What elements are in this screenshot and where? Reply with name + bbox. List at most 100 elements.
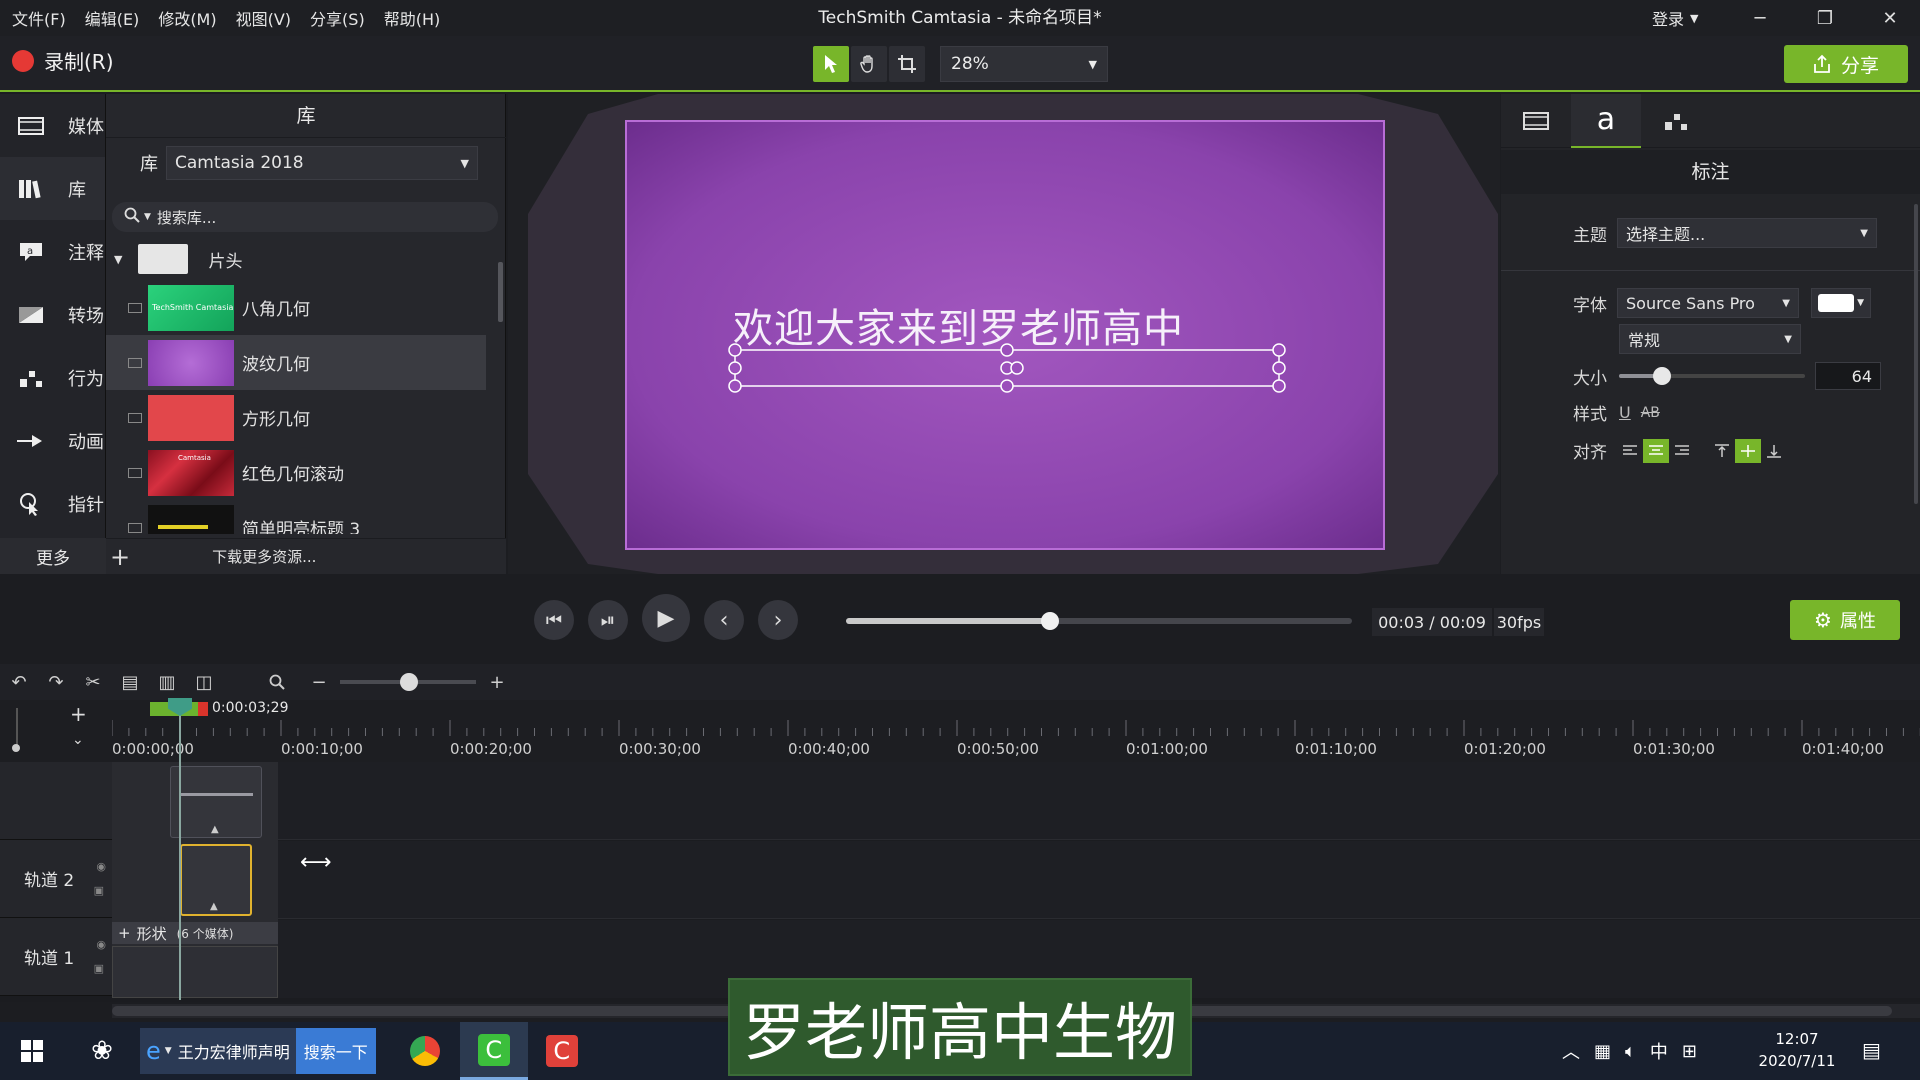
sidebar-item-behaviors[interactable]: 行为 — [0, 346, 105, 409]
tab-behaviors[interactable] — [1641, 94, 1711, 148]
add-track-icon[interactable]: + — [70, 702, 87, 726]
login-dropdown[interactable]: 登录 ▼ — [1652, 0, 1698, 36]
search-button[interactable]: 搜索一下 — [295, 1028, 376, 1074]
volume-icon[interactable]: 🔈︎ — [1625, 1041, 1636, 1062]
menu-share[interactable]: 分享(S) — [310, 6, 365, 30]
group-header[interactable]: + 形状 (6 个媒体) — [112, 922, 278, 944]
sidebar-item-animations[interactable]: 动画 — [0, 409, 105, 472]
pan-tool-button[interactable] — [851, 46, 887, 82]
range-end-marker[interactable] — [198, 702, 208, 716]
library-item[interactable]: 简单明亮标题 3 — [106, 500, 486, 534]
zoom-in-icon[interactable]: + — [482, 667, 512, 697]
library-item[interactable]: TechSmith Camtasia 八角几何 — [106, 280, 486, 335]
search-icon[interactable] — [262, 667, 292, 697]
ime-indicator[interactable]: 中 — [1650, 1038, 1668, 1064]
camtasia-app[interactable]: C — [459, 1022, 528, 1080]
eye-icon[interactable]: ◉ — [96, 938, 106, 951]
play-button[interactable]: ▶ — [642, 594, 690, 642]
library-item[interactable]: Camtasia 红色几何滚动 — [106, 445, 486, 500]
undo-icon[interactable]: ↶ — [4, 667, 34, 697]
timeline-zoom-slider[interactable] — [340, 673, 476, 691]
align-right-icon[interactable] — [1669, 439, 1695, 463]
ie-search-text[interactable]: 王力宏律师声明 — [178, 1039, 290, 1063]
align-left-icon[interactable] — [1617, 439, 1643, 463]
close-button[interactable]: ✕ — [1870, 0, 1910, 36]
add-icon[interactable]: + — [110, 543, 130, 571]
library-item[interactable]: 方形几何 — [106, 390, 486, 445]
menu-modify[interactable]: 修改(M) — [158, 6, 216, 30]
step-forward-button[interactable]: ⏯ — [588, 600, 628, 640]
menu-file[interactable]: 文件(F) — [12, 6, 66, 30]
shape-clip-selected[interactable]: ▲ — [180, 844, 252, 916]
sidebar-item-library[interactable]: 库 — [0, 157, 105, 220]
copy-icon[interactable]: ▤ — [115, 667, 145, 697]
underline-icon[interactable]: U — [1619, 403, 1631, 422]
search-input[interactable]: 搜索库... — [157, 207, 216, 228]
chevron-up-icon[interactable]: ︿ — [1562, 1038, 1580, 1064]
download-more-link[interactable]: 下载更多资源... — [212, 546, 316, 567]
library-item[interactable]: 波纹几何 — [106, 335, 486, 390]
font-select[interactable]: Source Sans Pro ▼ — [1617, 288, 1799, 318]
sidebar-item-cursor[interactable]: 指针 — [0, 472, 105, 535]
align-center-icon[interactable] — [1643, 438, 1669, 463]
split-icon[interactable]: ◫ — [189, 667, 219, 697]
library-scrollbar[interactable] — [498, 262, 503, 322]
properties-button[interactable]: ⚙ 属性 — [1790, 600, 1900, 640]
paste-icon[interactable]: ▥ — [152, 667, 182, 697]
library-search[interactable]: ▼ 搜索库... — [112, 202, 498, 232]
clock[interactable]: 12:07 2020/7/11 — [1752, 1028, 1842, 1072]
notification-icon[interactable]: ▤ — [1862, 1038, 1881, 1062]
zoom-out-icon[interactable]: − — [304, 667, 334, 697]
selection-handles[interactable] — [727, 342, 1287, 394]
text-clip[interactable]: ▲ — [170, 766, 262, 838]
expand-icon[interactable]: + — [118, 924, 131, 942]
select-tool-button[interactable] — [813, 46, 849, 82]
cut-icon[interactable]: ✂ — [78, 667, 108, 697]
share-button[interactable]: 分享 — [1784, 45, 1908, 83]
minimize-button[interactable]: ─ — [1740, 0, 1780, 36]
slider-thumb[interactable] — [1652, 367, 1671, 385]
cortana-button[interactable]: ❀ — [64, 1022, 140, 1080]
align-top-icon[interactable] — [1709, 439, 1735, 463]
tab-visual[interactable] — [1501, 94, 1571, 148]
redo-icon[interactable]: ↷ — [41, 667, 71, 697]
zoom-select[interactable]: 28% ▼ — [940, 46, 1108, 82]
chevron-down-icon[interactable]: ⌄ — [72, 732, 84, 748]
theme-select[interactable]: 选择主题... ▼ — [1617, 218, 1877, 248]
start-button[interactable] — [0, 1022, 64, 1080]
sidebar-item-transitions[interactable]: 转场 — [0, 283, 105, 346]
library-select[interactable]: Camtasia 2018 ▼ — [166, 146, 478, 180]
lock-icon[interactable]: ▣ — [94, 962, 104, 975]
folder-row[interactable]: ▼ 片头 — [106, 238, 486, 280]
recorder-app[interactable]: C — [528, 1022, 596, 1080]
eye-icon[interactable]: ◉ — [96, 860, 106, 873]
align-bottom-icon[interactable] — [1761, 439, 1787, 463]
step-back-button[interactable]: ⏮ — [534, 600, 574, 640]
record-button[interactable]: 录制(R) — [12, 46, 114, 75]
ie-search-widget[interactable]: e ▼ 王力宏律师声明 搜索一下 — [140, 1028, 376, 1074]
track-header-1[interactable]: 轨道 1 ◉ ▣ — [0, 918, 112, 996]
track-header-3[interactable] — [0, 762, 112, 840]
properties-scrollbar[interactable] — [1914, 204, 1918, 504]
track-header-2[interactable]: 轨道 2 ◉ ▣ — [0, 840, 112, 918]
scrub-bar[interactable] — [846, 612, 1352, 630]
crop-tool-button[interactable] — [889, 46, 925, 82]
network-icon[interactable]: ▦ — [1594, 1041, 1611, 1062]
font-weight-select[interactable]: 常规 ▼ — [1619, 324, 1801, 354]
more-button[interactable]: 更多 — [0, 538, 106, 574]
slider-thumb[interactable] — [400, 673, 418, 691]
strikethrough-icon[interactable]: AB — [1641, 405, 1660, 421]
scrub-thumb[interactable] — [1041, 612, 1060, 630]
group-clip[interactable] — [112, 946, 278, 998]
menu-view[interactable]: 视图(V) — [236, 6, 291, 30]
size-input[interactable]: 64 — [1815, 362, 1881, 390]
previous-marker-button[interactable]: ‹ — [704, 600, 744, 640]
align-middle-icon[interactable] — [1735, 438, 1761, 463]
menu-help[interactable]: 帮助(H) — [384, 6, 441, 30]
video-canvas[interactable]: 欢迎大家来到罗老师高中 — [625, 120, 1385, 550]
sidebar-item-media[interactable]: 媒体 — [0, 94, 105, 157]
track-height-slider[interactable] — [12, 708, 22, 752]
tab-text[interactable]: a — [1571, 93, 1641, 148]
size-slider[interactable] — [1619, 366, 1805, 386]
next-marker-button[interactable]: › — [758, 600, 798, 640]
